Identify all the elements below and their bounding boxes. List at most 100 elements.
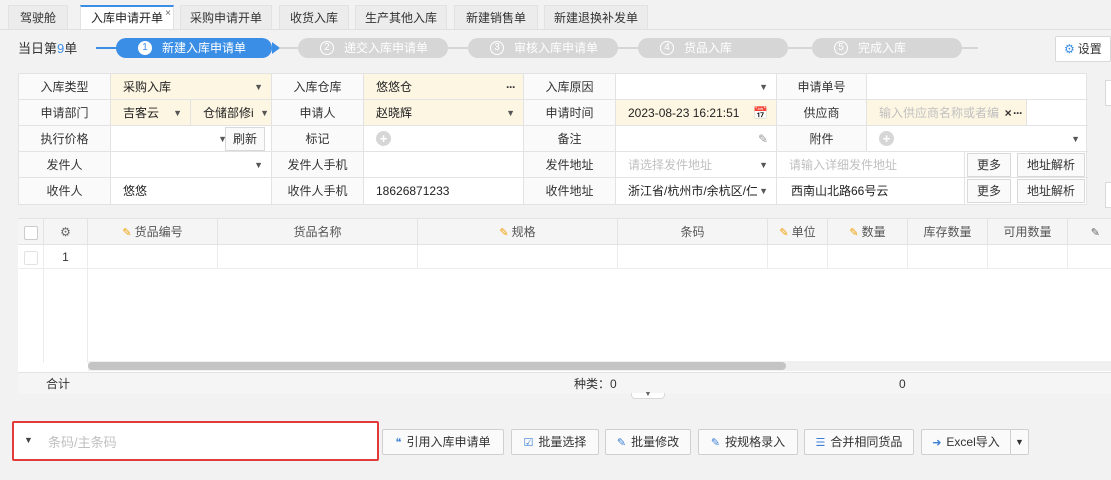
goods-grid: ⚙ ✎ 货品编号 货品名称 ✎ 规格 条码 ✎ 单位 ✎ 数量 库存数量 可用数量 ✎ …	[18, 218, 1111, 376]
horizontal-scrollbar[interactable]	[88, 362, 786, 370]
cell-unit[interactable]	[768, 245, 828, 269]
tab-label: 生产其他入库	[364, 11, 437, 25]
barcode-scan-box: ▼	[12, 421, 379, 461]
button-label: 合并相同货品	[830, 435, 903, 449]
reason-select[interactable]: ▼	[616, 74, 777, 100]
calendar-icon[interactable]: 📅	[753, 100, 768, 125]
step-connector	[96, 47, 116, 49]
applicant-select[interactable]: 赵晓辉 ▼	[364, 100, 524, 126]
cell-goods-no[interactable]	[88, 245, 218, 269]
price-select[interactable]: ▼ 刷新	[111, 126, 272, 152]
tab-label: 新建退换补发单	[553, 11, 638, 25]
sender-select[interactable]: ▼	[111, 152, 272, 178]
cell-qty[interactable]	[828, 245, 908, 269]
step-goods-inbound: 4 货品入库	[638, 38, 788, 58]
close-icon[interactable]: ×	[165, 3, 171, 25]
step-new-request: 1 新建入库申请单	[116, 38, 272, 58]
button-label: Excel导入	[946, 435, 1000, 449]
col-header-goods-no: ✎ 货品编号	[88, 219, 218, 245]
tab-label: 收货入库	[289, 11, 338, 25]
label-warehouse: 入库仓库	[272, 74, 364, 100]
plus-icon[interactable]: +	[879, 131, 894, 146]
gear-icon: ⚙	[1064, 42, 1075, 56]
caret-down-icon: ▼	[260, 108, 269, 118]
collapse-handle[interactable]: ▼	[631, 391, 665, 399]
col-label: 库存数量	[923, 225, 972, 239]
receiver-addr-actions: 更多 地址解析	[965, 178, 1088, 204]
label-inbound-type: 入库类型	[19, 74, 111, 100]
caret-down-icon[interactable]: ▼	[1071, 126, 1080, 151]
merge-goods-button[interactable]: ☰ 合并相同货品	[804, 429, 914, 455]
batch-edit-button[interactable]: ✎ 批量修改	[605, 429, 691, 455]
more-button[interactable]: 更多	[967, 179, 1011, 203]
cell-barcode[interactable]	[618, 245, 768, 269]
cell-goods-name[interactable]	[218, 245, 418, 269]
attachment-field[interactable]: + ▼	[867, 126, 1088, 152]
settings-button[interactable]: ⚙ 设置	[1055, 36, 1111, 62]
supplier-input[interactable]: 输入供应商名称或者编 × ···	[867, 100, 1027, 126]
checkbox-icon	[23, 225, 38, 240]
cell-spec[interactable]	[418, 245, 618, 269]
address-parse-button[interactable]: 地址解析	[1017, 153, 1085, 177]
refresh-button[interactable]: 刷新	[225, 127, 265, 151]
label-mark: 标记	[272, 126, 364, 152]
mark-field[interactable]: +	[364, 126, 524, 152]
receiver-addr-detail-input[interactable]: 西南山北路66号云	[777, 178, 965, 204]
plus-icon[interactable]: +	[376, 131, 391, 146]
caret-down-icon[interactable]: ▼	[24, 435, 33, 445]
edit-icon[interactable]: ✎	[758, 126, 768, 151]
caret-down-icon: ▼	[1015, 437, 1024, 447]
excel-import-icon: ➜	[932, 437, 942, 449]
inbound-type-select[interactable]: 采购入库 ▼	[111, 74, 272, 100]
sender-addr-detail-input[interactable]: 请输入详细发件地址	[777, 152, 965, 178]
caret-down-icon: ▼	[173, 108, 182, 118]
more-button[interactable]: 更多	[967, 153, 1011, 177]
remark-field[interactable]: ✎	[616, 126, 777, 152]
tab-new-return[interactable]: 新建退换补发单	[544, 5, 648, 29]
tab-inbound-request[interactable]: 入库申请开单 ×	[80, 5, 174, 29]
receiver-phone-input[interactable]: 18626871233	[364, 178, 524, 204]
ellipsis-icon[interactable]: ···	[506, 74, 516, 99]
applicant-value: 赵晓辉	[376, 106, 413, 120]
side-panel-edge	[1105, 80, 1111, 106]
button-label: 批量选择	[538, 435, 587, 449]
totals-kinds: 种类：0	[574, 373, 617, 395]
barcode-input[interactable]	[48, 431, 368, 453]
tab-purchase-request[interactable]: 采购申请开单	[180, 5, 272, 29]
label-receiver: 收件人	[19, 178, 111, 204]
col-header-barcode: 条码	[618, 219, 768, 245]
supplier-spacer	[1027, 100, 1088, 126]
receiver-addr-select[interactable]: 浙江省/杭州市/余杭区/仁 ▼	[616, 178, 777, 204]
excel-import-dropdown[interactable]: ▼	[1010, 429, 1029, 455]
step-label: 递交入库申请单	[344, 41, 429, 55]
apply-time-picker[interactable]: 2023-08-23 16:21:51 📅	[616, 100, 777, 126]
spec-entry-button[interactable]: ✎ 按规格录入	[698, 429, 798, 455]
address-parse-button[interactable]: 地址解析	[1017, 179, 1085, 203]
batch-select-button[interactable]: ☑ 批量选择	[511, 429, 599, 455]
col-header-available-qty: 可用数量	[988, 219, 1068, 245]
edit-icon: ✎	[710, 437, 721, 449]
column-settings[interactable]: ⚙	[44, 219, 88, 245]
receiver-input[interactable]: 悠悠	[111, 178, 272, 204]
tab-receive-inbound[interactable]: 收货入库	[279, 5, 349, 29]
step-arrow-icon	[272, 42, 280, 54]
tab-label: 采购申请开单	[189, 11, 262, 25]
tab-new-sales[interactable]: 新建销售单	[454, 5, 538, 29]
sender-phone-input[interactable]	[364, 152, 524, 178]
quote-request-button[interactable]: ❝ 引用入库申请单	[382, 429, 504, 455]
row-checkbox[interactable]	[18, 245, 44, 269]
select-all-checkbox[interactable]	[18, 219, 44, 245]
col-label: 货品名称	[293, 225, 342, 239]
tab-cockpit[interactable]: 驾驶舱	[8, 5, 68, 29]
sender-addr-select[interactable]: 请选择发件地址 ▼	[616, 152, 777, 178]
dept-company-select[interactable]: 吉客云 ▼	[111, 100, 191, 126]
excel-import-button[interactable]: ➜ Excel导入	[921, 429, 1011, 455]
pencil-icon: ✎	[1090, 227, 1100, 239]
tab-production-inbound[interactable]: 生产其他入库	[355, 5, 447, 29]
dept-select[interactable]: 仓储部修i ▼	[191, 100, 272, 126]
tab-label: 驾驶舱	[19, 11, 56, 25]
clear-ellipsis-icon[interactable]: × ···	[1002, 100, 1023, 125]
supplier-placeholder: 输入供应商名称或者编	[879, 106, 1000, 120]
col-header-stock-qty: 库存数量	[908, 219, 988, 245]
warehouse-select[interactable]: 悠悠仓 ···	[364, 74, 524, 100]
